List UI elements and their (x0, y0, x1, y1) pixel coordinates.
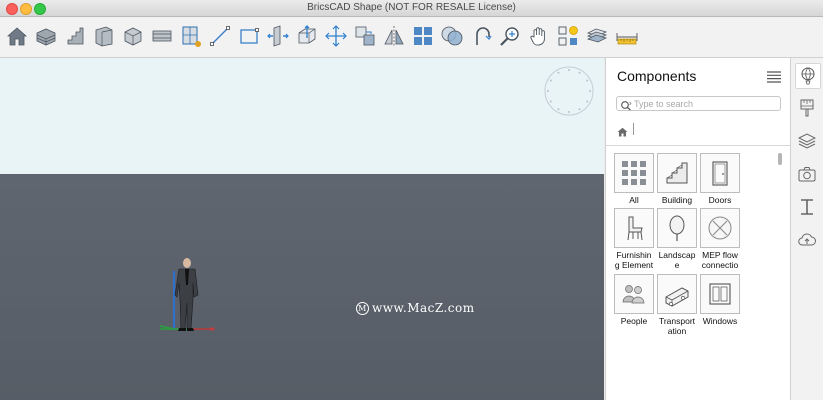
svg-text:×: × (209, 324, 214, 334)
panel-divider (606, 145, 790, 146)
grid-icon (614, 153, 654, 193)
home-icon[interactable] (5, 24, 29, 48)
zoom-icon[interactable] (498, 24, 522, 48)
category-tile-mep-flow[interactable]: MEP flow connectio (700, 208, 740, 270)
title-bar: BricsCAD Shape (NOT FOR RESALE License) (0, 0, 823, 17)
watermark-text: www.MacZ.com (372, 301, 475, 315)
people-icon (614, 274, 654, 314)
tile-label: People (620, 316, 648, 326)
tile-label: Furnishin g Element (614, 250, 654, 270)
hamburger-menu-icon[interactable] (766, 70, 782, 84)
window-insert-icon[interactable] (179, 24, 203, 48)
building-block-icon[interactable] (34, 24, 58, 48)
pipe-icon (700, 208, 740, 248)
stairs-icon[interactable] (63, 24, 87, 48)
window-icon (700, 274, 740, 314)
push-pull-icon[interactable] (266, 24, 290, 48)
category-tile-furnishing[interactable]: Furnishin g Element (614, 208, 654, 270)
solid-box-icon[interactable] (121, 24, 145, 48)
rotate-icon[interactable] (469, 24, 493, 48)
tile-label: Building (661, 195, 693, 205)
panel-scrollbar[interactable] (776, 150, 784, 398)
view-compass[interactable] (544, 66, 594, 116)
tile-label: Transport ation (658, 316, 696, 336)
viewport-sky (0, 58, 604, 174)
tree-icon (657, 208, 697, 248)
line-icon[interactable] (208, 24, 232, 48)
pan-icon[interactable] (527, 24, 551, 48)
tile-label: MEP flow connectio (701, 250, 739, 270)
union-icon[interactable] (440, 24, 464, 48)
truck-icon (657, 274, 697, 314)
watermark-logo-icon: M (356, 302, 369, 315)
camera-icon[interactable] (795, 162, 819, 186)
panel-title: Components (617, 68, 697, 84)
window-title: BricsCAD Shape (NOT FOR RESALE License) (307, 2, 516, 13)
mirror-icon[interactable] (382, 24, 406, 48)
layers-icon[interactable] (585, 24, 609, 48)
tile-label: Doors (708, 195, 732, 205)
wall-icon[interactable] (92, 24, 116, 48)
category-tile-transportation[interactable]: Transport ation (657, 274, 697, 336)
viewport-ground (0, 174, 604, 400)
balloon-icon[interactable] (795, 63, 821, 89)
tile-label: All (629, 195, 639, 205)
layers-stack-icon[interactable] (795, 129, 819, 153)
array-icon[interactable] (411, 24, 435, 48)
breadcrumb-home-icon[interactable] (617, 124, 628, 137)
measure-icon[interactable] (615, 24, 639, 48)
ibeam-icon[interactable] (795, 195, 819, 219)
category-tile-people[interactable]: People (614, 274, 654, 327)
breadcrumb-separator (633, 123, 634, 135)
paint-brush-icon[interactable] (795, 96, 819, 120)
tile-label: Landscap e (658, 250, 696, 270)
move-icon[interactable] (324, 24, 348, 48)
scrollbar-thumb[interactable] (778, 153, 782, 165)
chair-icon (614, 208, 654, 248)
slab-icon[interactable] (150, 24, 174, 48)
stairs-icon (657, 153, 697, 193)
components-panel: Components All Building Doors Furn (605, 58, 790, 400)
category-tile-all[interactable]: All (614, 153, 654, 206)
category-tile-building[interactable]: Building (657, 153, 697, 206)
main-toolbar (0, 17, 823, 58)
category-tile-landscape[interactable]: Landscap e (657, 208, 697, 270)
render-icon[interactable] (556, 24, 580, 48)
cloud-upload-icon[interactable] (795, 228, 819, 252)
search-input[interactable] (634, 97, 774, 110)
component-search[interactable] (616, 96, 781, 111)
rectangle-icon[interactable] (237, 24, 261, 48)
extrude-icon[interactable] (295, 24, 319, 48)
category-tile-windows[interactable]: Windows (700, 274, 740, 327)
model-viewport[interactable]: Mwww.MacZ.com × (0, 58, 604, 400)
tile-label: Windows (702, 316, 738, 326)
watermark: Mwww.MacZ.com (356, 301, 475, 315)
search-icon (620, 98, 632, 111)
person-figure[interactable]: × (155, 255, 230, 337)
right-panel-rail (790, 58, 823, 400)
copy-icon[interactable] (353, 24, 377, 48)
category-tile-doors[interactable]: Doors (700, 153, 740, 206)
door-icon (700, 153, 740, 193)
